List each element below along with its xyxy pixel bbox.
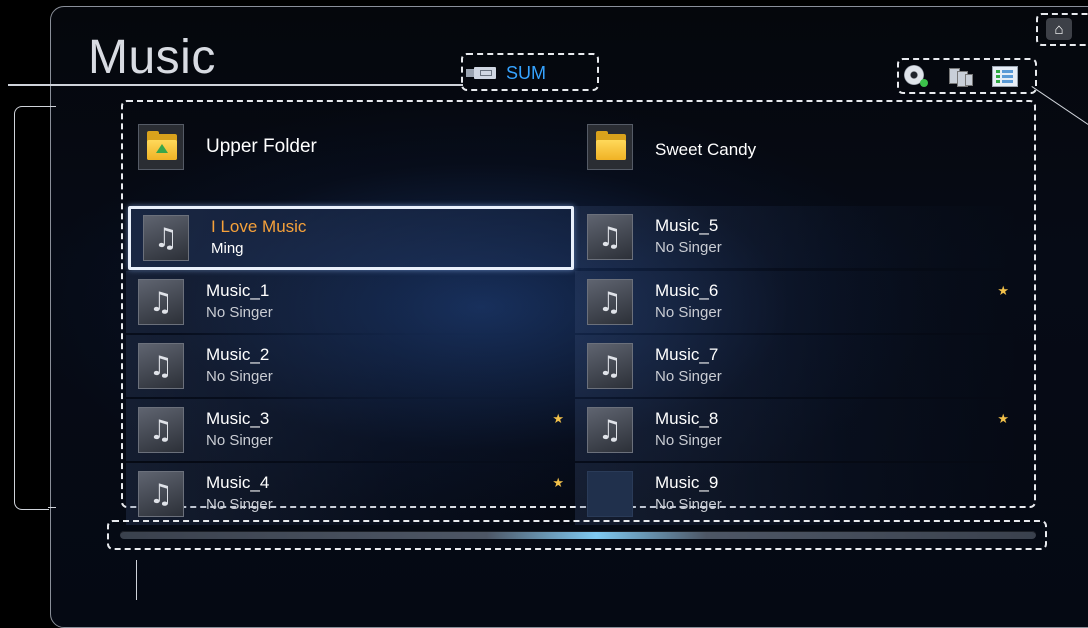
track-title: Music_3 (206, 409, 270, 428)
list-item[interactable]: ♫ Music_3 No Singer ★ (126, 399, 572, 461)
track-title: Music_5 (655, 216, 719, 235)
music-note-icon: ♫ (587, 343, 633, 389)
music-note-icon: ♫ (587, 214, 633, 260)
track-title: Music_6 (655, 281, 719, 300)
music-item-selected[interactable]: ♫ I Love Music Ming (128, 206, 574, 270)
track-artist: No Singer (206, 432, 273, 449)
track-title: Music_9 (655, 473, 719, 492)
track-title: Music_7 (655, 345, 719, 364)
device-selector[interactable]: SUM (466, 58, 546, 88)
select-list-icon[interactable] (990, 62, 1018, 88)
folder-label: Sweet Candy (655, 140, 757, 159)
list-item[interactable]: ♫ Music_5 No Singer (575, 206, 1017, 268)
list-item[interactable]: ♫ Music_4 No Singer ★ (126, 463, 572, 525)
bracket-tick (48, 106, 56, 107)
list-item[interactable]: ♫ Music_7 No Singer (575, 335, 1017, 397)
list-item[interactable]: ♫ Music_1 No Singer (126, 271, 572, 333)
track-title: I Love Music (211, 217, 307, 236)
usb-device-icon (466, 66, 496, 80)
empty-thumbnail (587, 471, 633, 517)
list-item[interactable]: ♫ Music_6 No Singer ★ (575, 271, 1017, 333)
folder-icon (587, 124, 633, 170)
folder-label: Upper Folder (206, 136, 317, 157)
favorite-star-icon: ★ (552, 411, 564, 426)
track-artist: No Singer (655, 239, 722, 256)
music-note-icon: ♫ (143, 215, 189, 261)
favorite-star-icon: ★ (997, 411, 1009, 426)
home-icon[interactable]: ⌂ (1046, 18, 1072, 40)
track-artist: No Singer (655, 432, 722, 449)
track-title: Music_8 (655, 409, 719, 428)
file-list: Upper Folder ♫ I Love Music Ming ♫ Music… (126, 110, 1032, 525)
page-title: Music (88, 31, 216, 84)
horizontal-scrollbar[interactable] (120, 531, 1036, 539)
track-artist: No Singer (206, 304, 273, 321)
sort-icon[interactable] (946, 62, 973, 88)
list-item[interactable]: Music_9 No Singer (575, 463, 1017, 525)
callout-line (136, 560, 137, 600)
track-artist: No Singer (206, 368, 273, 385)
music-note-icon: ♫ (138, 279, 184, 325)
music-note-icon: ♫ (587, 279, 633, 325)
track-artist: No Singer (655, 304, 722, 321)
music-note-icon: ♫ (587, 407, 633, 453)
toolbar (902, 62, 1018, 88)
track-artist: No Singer (655, 368, 722, 385)
list-item[interactable]: ♫ Music_8 No Singer ★ (575, 399, 1017, 461)
disc-icon[interactable] (902, 62, 928, 88)
track-artist: No Singer (655, 496, 722, 513)
music-note-icon: ♫ (138, 471, 184, 517)
folder-item[interactable]: Sweet Candy (575, 116, 1017, 178)
title-underline (8, 84, 463, 86)
music-note-icon: ♫ (138, 343, 184, 389)
track-artist: No Singer (206, 496, 273, 513)
track-title: Music_4 (206, 473, 270, 492)
track-artist: Ming (211, 240, 244, 257)
favorite-star-icon: ★ (552, 475, 564, 490)
upper-folder-icon (138, 124, 184, 170)
music-note-icon: ♫ (138, 407, 184, 453)
list-item[interactable]: ♫ Music_2 No Singer (126, 335, 572, 397)
callout-bracket (14, 106, 49, 510)
track-title: Music_1 (206, 281, 270, 300)
device-label: SUM (506, 62, 546, 83)
bracket-tick (48, 507, 56, 508)
track-title: Music_2 (206, 345, 270, 364)
favorite-star-icon: ★ (997, 283, 1009, 298)
upper-folder-item[interactable]: Upper Folder (126, 116, 568, 178)
